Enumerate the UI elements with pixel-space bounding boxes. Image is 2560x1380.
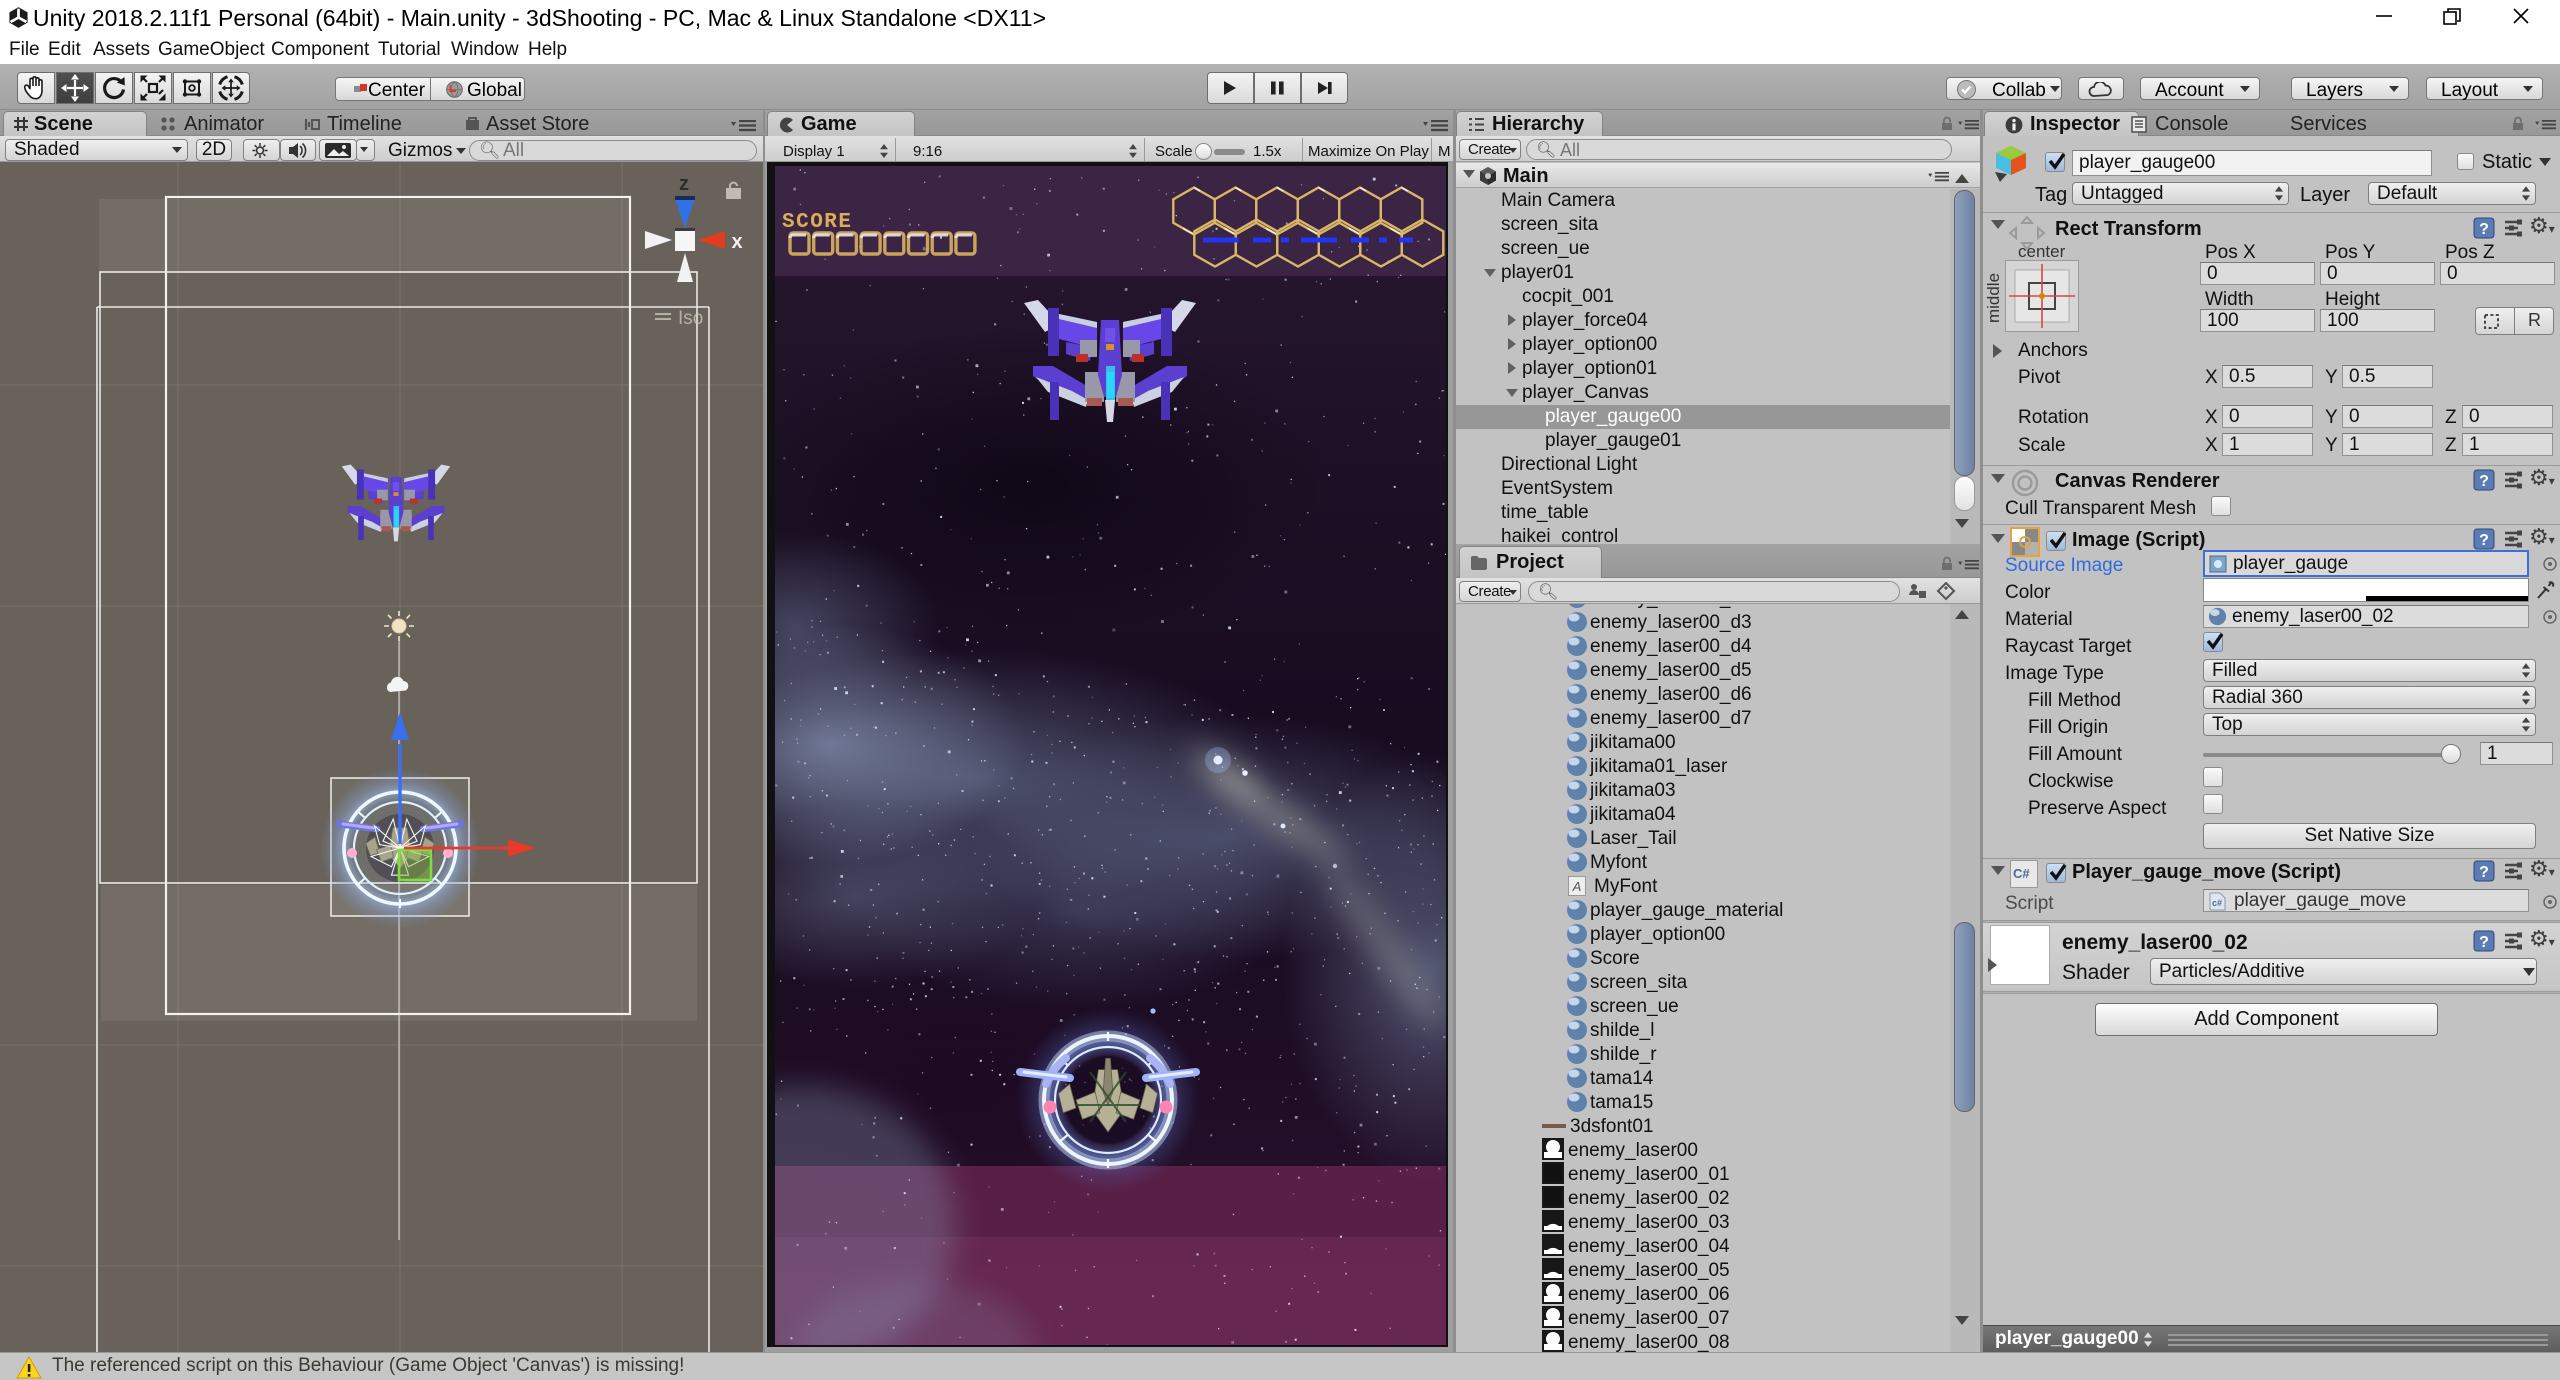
- svg-text:?: ?: [2479, 934, 2489, 951]
- svg-text:Iso: Iso: [678, 308, 703, 329]
- svg-text:x: x: [731, 231, 742, 253]
- svg-text:?: ?: [2479, 473, 2489, 490]
- svg-text:SCORE: SCORE: [782, 211, 853, 234]
- svg-text:z: z: [679, 173, 689, 195]
- svg-text:c#: c#: [2212, 898, 2222, 908]
- svg-text:?: ?: [2479, 221, 2489, 238]
- svg-text:?: ?: [2479, 864, 2489, 881]
- svg-text:?: ?: [2479, 532, 2489, 549]
